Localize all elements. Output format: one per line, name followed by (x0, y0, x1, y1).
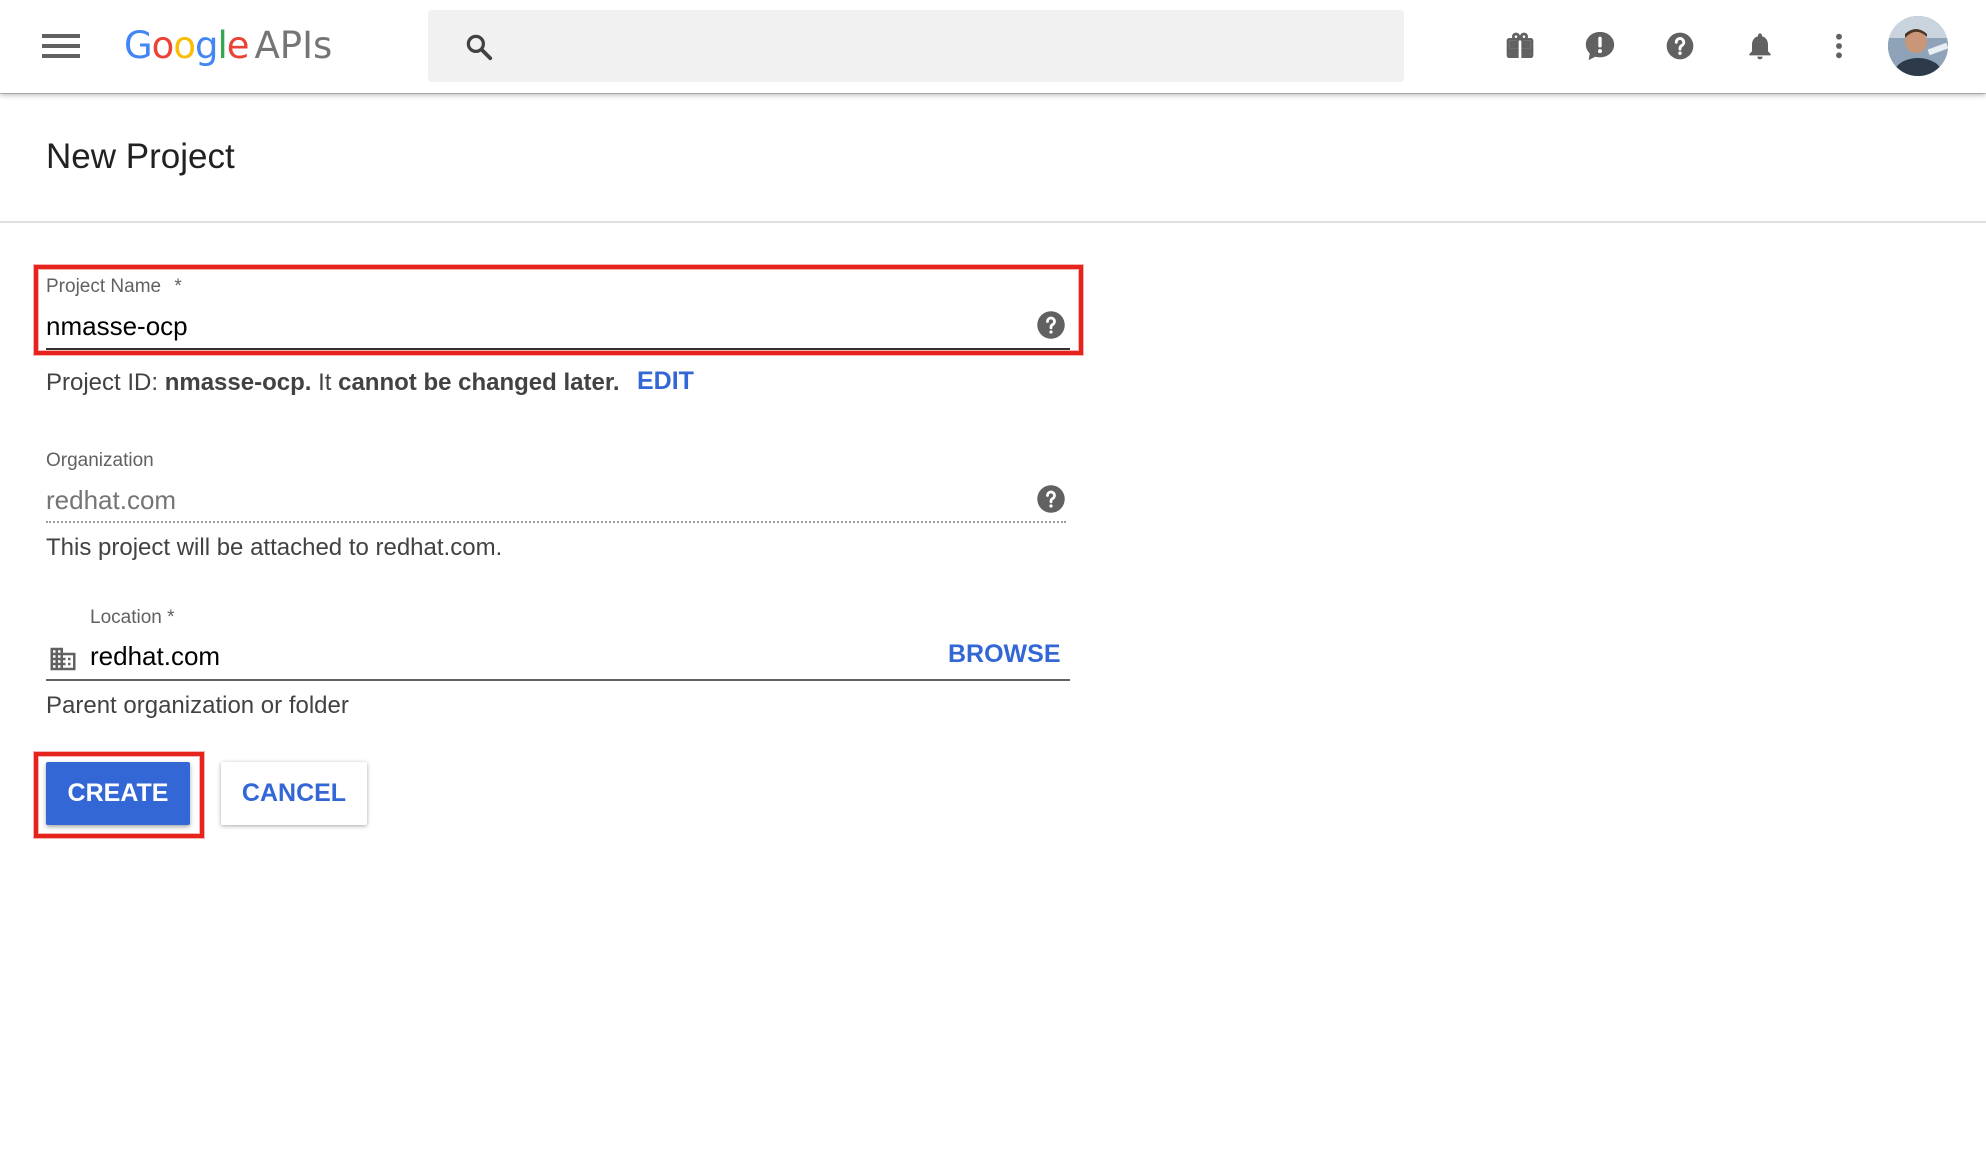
project-name-label-text: Project Name (46, 276, 162, 297)
project-id-middle: It (318, 369, 332, 396)
organization-building-icon (50, 647, 76, 671)
project-id-prefix: Project ID: (46, 369, 159, 396)
project-id-value: nmasse-ocp. (164, 369, 312, 396)
project-name-help-icon[interactable] (1036, 310, 1066, 340)
location-label: Location * (90, 607, 175, 628)
page-title: New Project (46, 137, 235, 176)
logo-suffix: APIs (254, 24, 333, 67)
location-hint: Parent organization or folder (46, 692, 349, 719)
project-name-label: Project Name * (46, 276, 182, 298)
logo-letter-g: G (124, 24, 153, 67)
page-header: New Project (0, 93, 1986, 223)
feedback-icon[interactable] (1580, 26, 1620, 66)
project-name-underline (46, 348, 1070, 350)
logo-letter-o2: o (173, 24, 196, 67)
organization-field (46, 482, 1026, 518)
google-apis-logo[interactable]: Google APIs (124, 22, 332, 70)
notifications-icon[interactable] (1740, 26, 1780, 66)
organization-label: Organization (46, 450, 154, 471)
logo-letter-l: l (217, 24, 227, 67)
menu-icon[interactable] (42, 32, 80, 60)
logo-letter-g2: g (194, 24, 218, 67)
top-app-bar: Google APIs (0, 0, 1986, 93)
search-bar[interactable] (428, 10, 1404, 82)
search-icon[interactable] (464, 32, 494, 62)
organization-help-icon[interactable] (1036, 484, 1066, 514)
location-input[interactable] (90, 638, 910, 674)
location-underline (46, 679, 1070, 681)
logo-letter-o1: o (151, 24, 175, 67)
avatar[interactable] (1888, 16, 1948, 76)
help-icon[interactable] (1660, 26, 1700, 66)
project-id-warning: cannot be changed later. (338, 369, 620, 396)
edit-project-id-button[interactable]: EDIT (637, 367, 694, 396)
project-name-input[interactable] (46, 308, 1026, 344)
organization-hint: This project will be attached to redhat.… (46, 534, 503, 561)
required-asterisk: * (174, 276, 182, 297)
gift-icon[interactable] (1500, 26, 1540, 66)
organization-underline (46, 521, 1066, 523)
logo-letter-e: e (226, 24, 250, 67)
browse-location-button[interactable]: BROWSE (948, 640, 1061, 669)
create-button[interactable]: CREATE (46, 762, 190, 825)
search-input[interactable] (518, 24, 1378, 68)
cancel-button[interactable]: CANCEL (221, 762, 367, 825)
project-id-hint: Project ID: nmasse-ocp. It cannot be cha… (46, 369, 620, 397)
more-vert-icon[interactable] (1819, 26, 1859, 66)
